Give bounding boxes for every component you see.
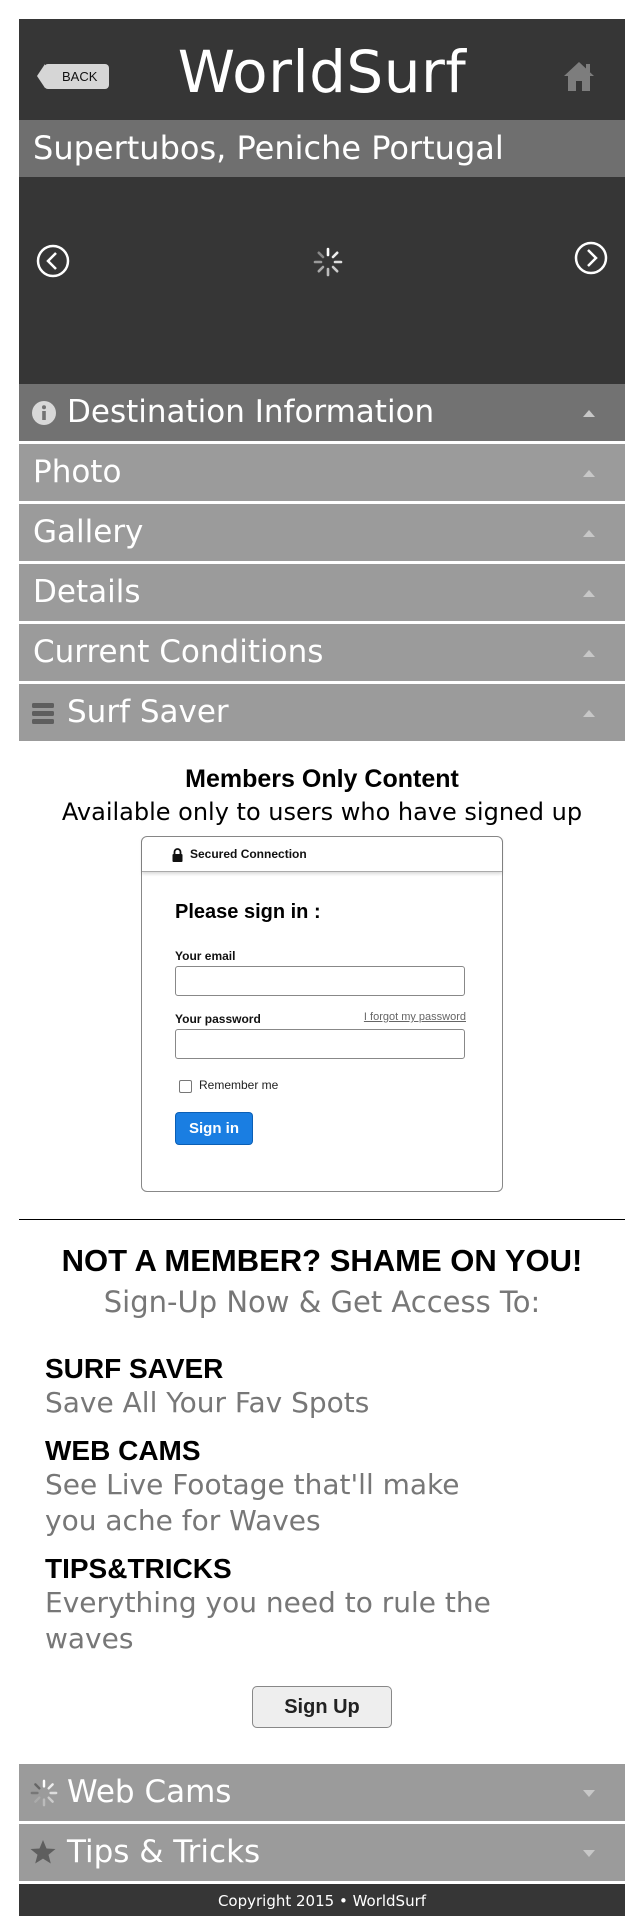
caret-up-icon (583, 650, 595, 657)
accordion-label: Gallery (33, 514, 144, 550)
password-field[interactable] (175, 1029, 465, 1059)
accordion-surf-saver[interactable]: Surf Saver (19, 684, 625, 744)
password-label: Your password (175, 1012, 261, 1026)
accordion-web-cams[interactable]: Web Cams (19, 1764, 625, 1824)
sign-in-button[interactable]: Sign in (176, 1113, 252, 1144)
app-container: BACK WorldSurf Supertubos, Peniche Portu… (19, 19, 625, 1916)
caret-up-icon (583, 530, 595, 537)
signup-promo: NOT A MEMBER? SHAME ON YOU! Sign-Up Now … (19, 1220, 625, 1728)
caret-up-icon (583, 410, 595, 417)
members-section: Members Only Content Available only to u… (19, 744, 625, 1192)
feature-list: SURF SAVER Save All Your Fav Spots WEB C… (19, 1353, 625, 1657)
bottom-accordion: Web Cams Tips & Tricks (19, 1764, 625, 1884)
accordion-label: Details (33, 574, 141, 610)
spinner-icon (30, 1779, 58, 1807)
chevron-left-icon[interactable] (36, 244, 70, 278)
caret-down-icon (583, 1850, 595, 1857)
accordion-photo[interactable]: Photo (19, 444, 625, 504)
info-icon (32, 401, 56, 425)
chevron-right-icon[interactable] (574, 241, 608, 275)
members-subtitle: Available only to users who have signed … (61, 798, 583, 826)
feature-title: WEB CAMS (45, 1435, 201, 1466)
list-icon (32, 703, 54, 724)
accordion-label: Current Conditions (33, 634, 324, 670)
accordion-tips-tricks[interactable]: Tips & Tricks (19, 1824, 625, 1884)
caret-up-icon (583, 590, 595, 597)
star-icon (30, 1840, 56, 1864)
feature-description: Save All Your Fav Spots (45, 1386, 370, 1419)
footer-copyright: Copyright 2015 • WorldSurf (19, 1884, 625, 1916)
top-bar: BACK WorldSurf (19, 19, 625, 120)
login-header: Secured Connection (142, 837, 502, 872)
feature-description: See Live Footage that'll make you ache f… (45, 1468, 460, 1537)
accordion-label: Tips & Tricks (67, 1834, 261, 1870)
promo-subtitle: Sign-Up Now & Get Access To: (103, 1285, 541, 1319)
accordion-label: Photo (33, 454, 122, 490)
signin-heading: Please sign in : (175, 901, 321, 923)
caret-up-icon (583, 470, 595, 477)
spinner-icon (313, 247, 343, 277)
accordion-current-conditions[interactable]: Current Conditions (19, 624, 625, 684)
email-field[interactable] (175, 966, 465, 996)
remember-me-checkbox[interactable] (179, 1080, 192, 1093)
accordion-destination-information[interactable]: Destination Information (19, 384, 625, 444)
forgot-password-link[interactable]: I forgot my password (364, 1011, 466, 1023)
accordion-gallery[interactable]: Gallery (19, 504, 625, 564)
accordion-label: Web Cams (67, 1774, 232, 1810)
sign-up-button[interactable]: Sign Up (252, 1686, 392, 1728)
photo-slideshow (19, 177, 625, 384)
login-form: Secured Connection Please sign in : Your… (141, 836, 503, 1192)
home-icon[interactable] (561, 59, 597, 93)
accordion-details[interactable]: Details (19, 564, 625, 624)
feature-description: Everything you need to rule the waves (45, 1586, 491, 1655)
accordion-label: Surf Saver (67, 694, 229, 730)
feature-title: TIPS&TRICKS (45, 1553, 232, 1584)
promo-title: NOT A MEMBER? SHAME ON YOU! (61, 1243, 583, 1278)
feature-title: SURF SAVER (45, 1353, 224, 1384)
secured-connection-label: Secured Connection (190, 847, 307, 861)
email-label: Your email (175, 949, 236, 963)
lock-icon (172, 848, 183, 862)
members-title: Members Only Content (185, 765, 459, 793)
caret-down-icon (583, 1790, 595, 1797)
remember-me-label: Remember me (199, 1078, 279, 1092)
accordion-label: Destination Information (67, 394, 435, 430)
caret-up-icon (583, 710, 595, 717)
location-title: Supertubos, Peniche Portugal (19, 120, 625, 177)
app-title: WorldSurf (177, 38, 467, 106)
